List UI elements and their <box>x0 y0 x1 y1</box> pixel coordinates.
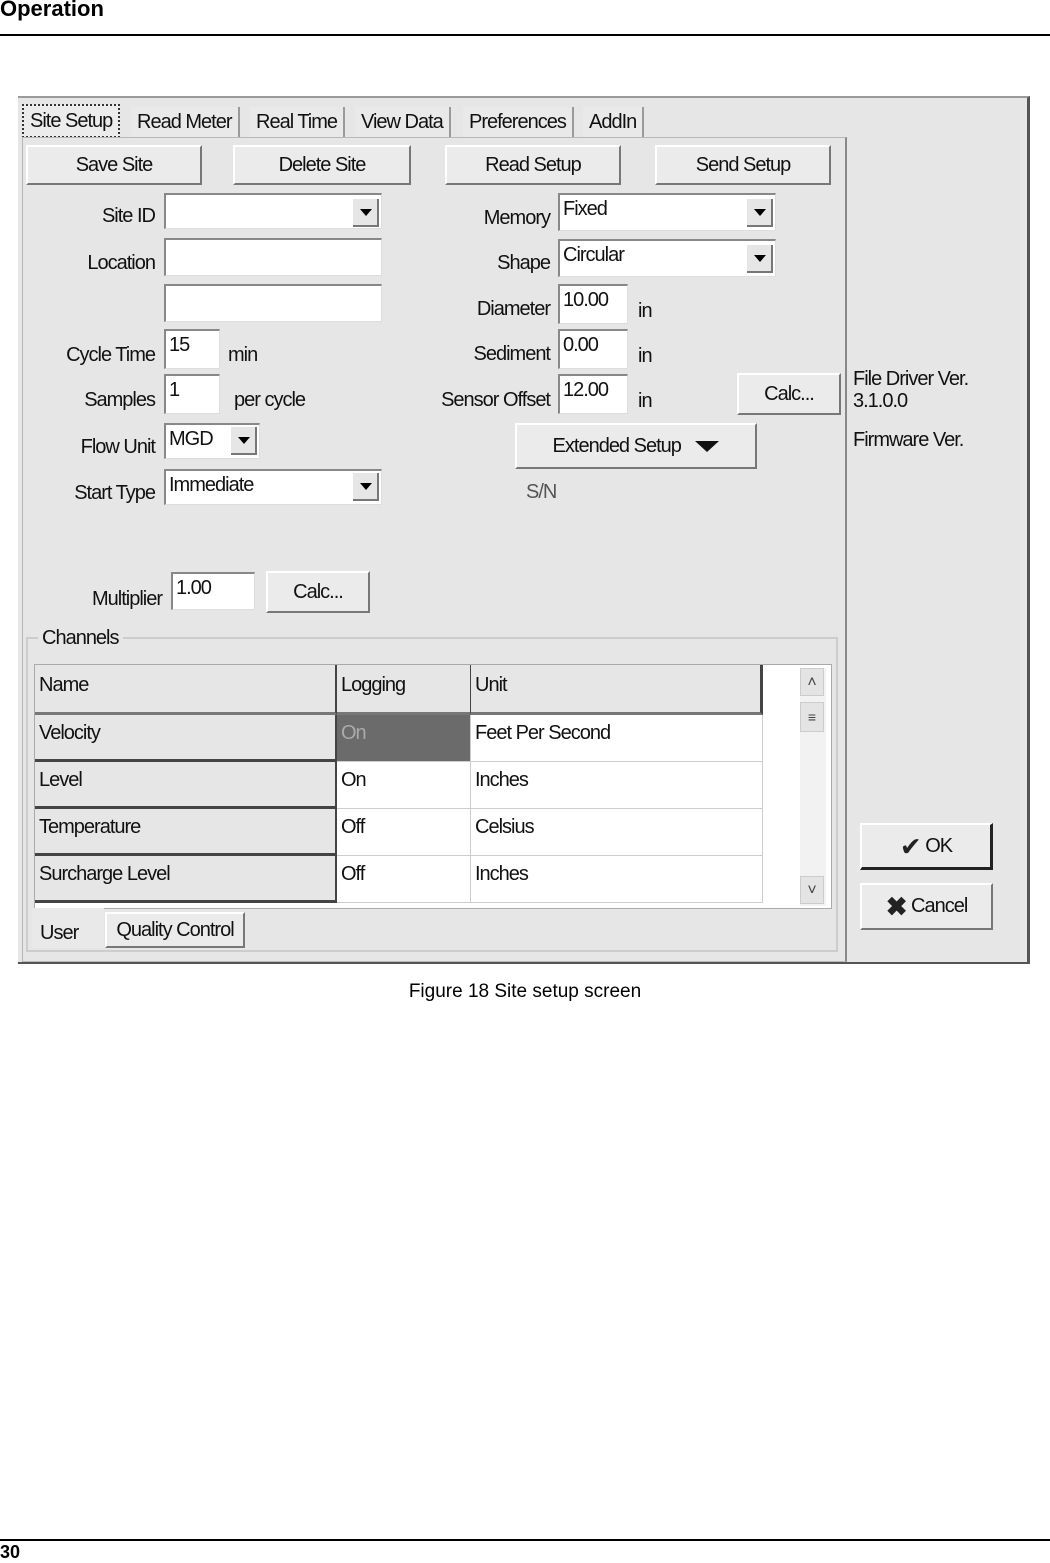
samples-label: Samples <box>84 389 156 411</box>
shape-select[interactable]: Circular <box>558 239 776 277</box>
chevron-down-icon[interactable] <box>747 199 773 227</box>
flow-unit-label: Flow Unit <box>80 436 156 458</box>
row-unit-surcharge-level[interactable]: Inches <box>471 856 763 903</box>
row-logging-velocity[interactable]: On <box>337 715 471 762</box>
serial-number-label: S/N <box>526 481 557 503</box>
file-driver-label: File Driver Ver. <box>853 368 969 390</box>
channels-scrollbar[interactable]: ˄ ≡ ˅ <box>800 668 826 906</box>
extended-setup-button[interactable]: Extended Setup <box>515 423 757 469</box>
channels-grid: Name Logging Unit Velocity On Feet Per S… <box>34 664 832 909</box>
chevron-down-icon[interactable] <box>747 245 773 273</box>
multiplier-calc-button[interactable]: Calc... <box>266 571 370 613</box>
cancel-label: Cancel <box>911 895 968 917</box>
section-title: Operation <box>0 0 104 21</box>
location-label: Location <box>87 252 156 274</box>
firmware-label: Firmware Ver. <box>853 429 964 451</box>
read-setup-button[interactable]: Read Setup <box>445 145 621 185</box>
diameter-label: Diameter <box>476 298 551 320</box>
tab-addin[interactable]: AddIn <box>583 107 645 137</box>
multiplier-label: Multiplier <box>91 588 163 610</box>
memory-value: Fixed <box>563 198 608 220</box>
memory-select[interactable]: Fixed <box>558 193 776 231</box>
row-logging-surcharge-level[interactable]: Off <box>337 856 471 903</box>
diameter-unit: in <box>638 300 653 322</box>
cancel-button[interactable]: ✖ Cancel <box>860 883 993 930</box>
multiplier-input[interactable]: 1.00 <box>171 572 255 610</box>
triangle-down-icon <box>695 441 720 453</box>
column-header-unit[interactable]: Unit <box>471 665 763 715</box>
row-name-temperature[interactable]: Temperature <box>35 809 337 856</box>
sensor-offset-calc-button[interactable]: Calc... <box>737 373 841 415</box>
scroll-down-icon[interactable]: ˅ <box>800 876 824 904</box>
chevron-down-icon[interactable] <box>353 199 379 227</box>
site-id-select[interactable] <box>164 193 382 229</box>
row-name-surcharge-level[interactable]: Surcharge Level <box>35 856 337 903</box>
row-unit-level[interactable]: Inches <box>471 762 763 809</box>
header-rule <box>0 34 1050 36</box>
ok-label: OK <box>925 835 953 857</box>
save-site-button[interactable]: Save Site <box>26 145 202 185</box>
cycle-time-unit: min <box>228 344 258 366</box>
extended-setup-label: Extended Setup <box>552 435 682 457</box>
sensor-offset-label: Sensor Offset <box>441 389 551 411</box>
sediment-input[interactable]: 0.00 <box>558 329 628 369</box>
ok-button[interactable]: ✔ OK <box>860 823 993 870</box>
flow-unit-value: MGD <box>169 428 214 450</box>
figure-caption: Figure 18 Site setup screen <box>408 981 642 1002</box>
footer-rule <box>0 1539 1050 1541</box>
start-type-label: Start Type <box>74 482 156 504</box>
tab-view-data[interactable]: View Data <box>355 107 451 137</box>
shape-label: Shape <box>497 252 551 274</box>
cycle-time-label: Cycle Time <box>66 344 156 366</box>
location-input-2[interactable] <box>164 284 382 322</box>
delete-site-button[interactable]: Delete Site <box>233 145 411 185</box>
chevron-down-icon[interactable] <box>231 427 257 455</box>
checkmark-icon: ✔ <box>899 831 922 862</box>
column-header-name[interactable]: Name <box>35 665 337 715</box>
samples-unit: per cycle <box>234 389 306 411</box>
chevron-down-icon[interactable] <box>353 473 379 501</box>
sediment-unit: in <box>638 345 653 367</box>
scroll-thumb[interactable]: ≡ <box>800 702 824 732</box>
start-type-value: Immediate <box>169 474 254 496</box>
tab-site-setup[interactable]: Site Setup <box>22 104 121 138</box>
diameter-input[interactable]: 10.00 <box>558 284 628 324</box>
cycle-time-input[interactable]: 15 <box>164 329 220 369</box>
tab-read-meter[interactable]: Read Meter <box>131 107 240 137</box>
tab-preferences[interactable]: Preferences <box>463 107 574 137</box>
flow-unit-select[interactable]: MGD <box>164 423 260 459</box>
shape-value: Circular <box>563 244 625 266</box>
row-unit-temperature[interactable]: Celsius <box>471 809 763 856</box>
sensor-offset-unit: in <box>638 390 653 412</box>
row-logging-temperature[interactable]: Off <box>337 809 471 856</box>
site-id-label: Site ID <box>101 205 156 227</box>
column-header-logging[interactable]: Logging <box>337 665 471 715</box>
subtab-quality-control[interactable]: Quality Control <box>105 912 245 948</box>
sediment-label: Sediment <box>473 343 552 365</box>
subtab-user[interactable]: User <box>32 908 104 948</box>
file-driver-version: 3.1.0.0 <box>853 390 908 412</box>
location-input-1[interactable] <box>164 238 382 276</box>
start-type-select[interactable]: Immediate <box>164 469 382 505</box>
page-number: 30 <box>0 1542 21 1562</box>
tab-real-time[interactable]: Real Time <box>250 107 346 137</box>
samples-input[interactable]: 1 <box>164 374 220 414</box>
sensor-offset-input[interactable]: 12.00 <box>558 374 628 414</box>
memory-label: Memory <box>483 207 551 229</box>
close-icon: ✖ <box>885 891 908 922</box>
send-setup-button[interactable]: Send Setup <box>655 145 831 185</box>
row-logging-level[interactable]: On <box>337 762 471 809</box>
channels-title: Channels <box>38 627 123 650</box>
row-unit-velocity[interactable]: Feet Per Second <box>471 715 763 762</box>
row-name-level[interactable]: Level <box>35 762 337 809</box>
scroll-up-icon[interactable]: ˄ <box>800 668 824 696</box>
row-name-velocity[interactable]: Velocity <box>35 715 337 762</box>
